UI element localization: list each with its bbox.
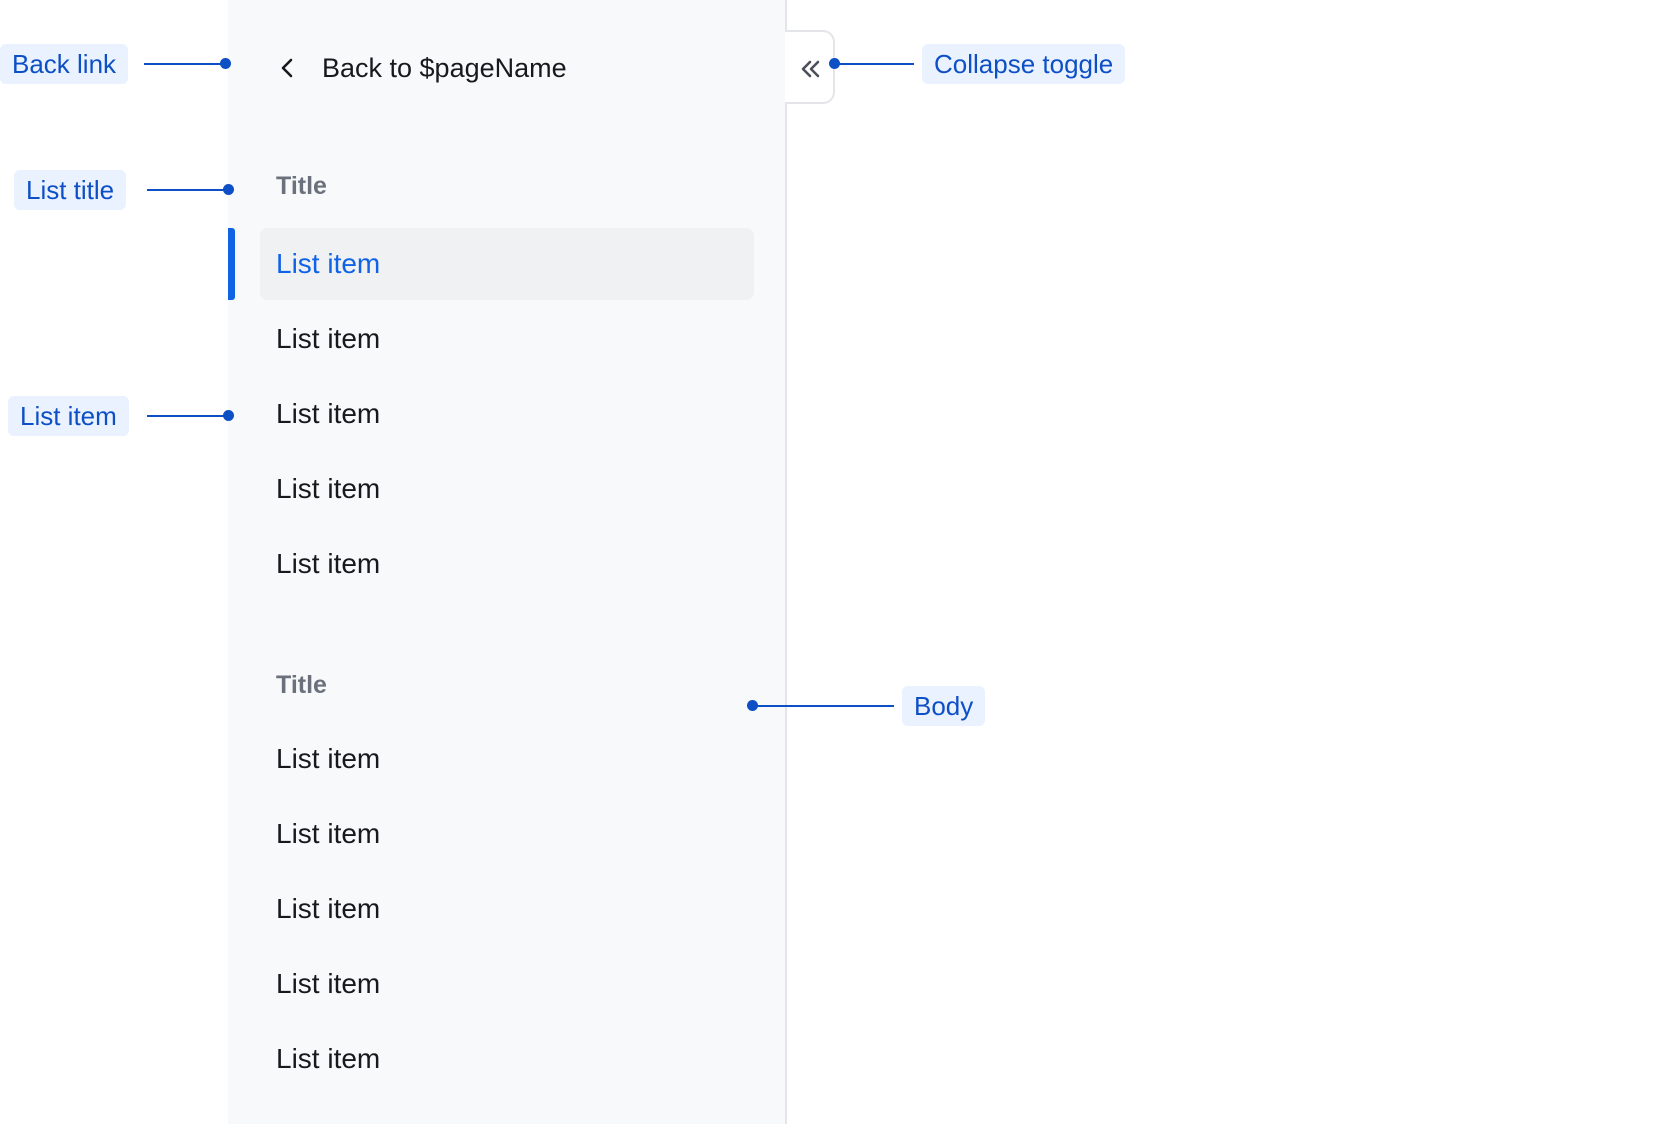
back-link[interactable]: Back to $pageName bbox=[276, 48, 567, 88]
leader-line bbox=[147, 189, 227, 191]
diagram-canvas: Back to $pageName Title List item List i… bbox=[0, 0, 1672, 1124]
list-item[interactable]: List item bbox=[260, 873, 754, 945]
annotation-list-title: List title bbox=[14, 170, 127, 210]
back-link-label: Back to $pageName bbox=[322, 52, 567, 83]
list-title: Title bbox=[276, 172, 327, 200]
list-item[interactable]: List item bbox=[260, 948, 754, 1020]
list-item[interactable]: List item bbox=[260, 303, 754, 375]
list-item[interactable]: List item bbox=[260, 1023, 754, 1095]
leader-line bbox=[147, 415, 227, 417]
list-item[interactable]: List item bbox=[260, 798, 754, 870]
leader-dot bbox=[220, 58, 231, 69]
leader-line bbox=[834, 63, 914, 65]
list-item[interactable]: List item bbox=[260, 378, 754, 450]
list-title: Title bbox=[276, 671, 327, 699]
chevron-left-icon bbox=[281, 58, 293, 78]
leader-line bbox=[752, 705, 894, 707]
leader-line bbox=[144, 63, 224, 65]
leader-dot bbox=[223, 410, 234, 421]
side-navigation: Back to $pageName Title List item List i… bbox=[228, 0, 787, 1124]
list-item[interactable]: List item bbox=[260, 723, 754, 795]
list-item[interactable]: List item bbox=[260, 528, 754, 600]
double-chevron-left-icon bbox=[801, 60, 820, 78]
list-item[interactable]: List item bbox=[260, 453, 754, 525]
list-item-active[interactable]: List item bbox=[260, 228, 754, 300]
annotation-back-link: Back link bbox=[0, 44, 129, 84]
leader-dot bbox=[223, 184, 234, 195]
annotation-body: Body bbox=[902, 686, 986, 726]
collapse-toggle[interactable] bbox=[785, 30, 835, 104]
annotation-list-item: List item bbox=[8, 396, 129, 436]
annotation-collapse-toggle: Collapse toggle bbox=[922, 44, 1126, 84]
active-indicator bbox=[228, 228, 235, 300]
